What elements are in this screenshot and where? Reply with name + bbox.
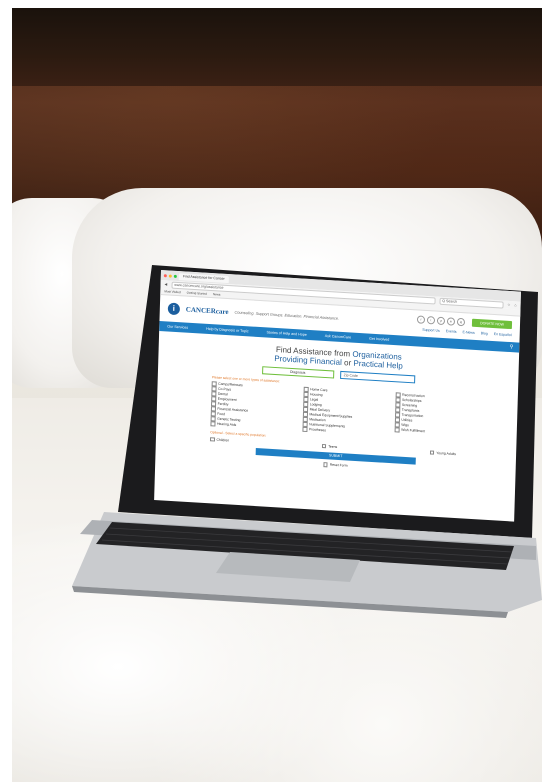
- donate-button[interactable]: DONATE NOW: [472, 318, 513, 330]
- nav-item-involved[interactable]: Get Involved: [369, 337, 389, 342]
- checkbox-young-adults[interactable]: Young Adults: [430, 450, 456, 456]
- logo-icon[interactable]: i: [167, 302, 181, 316]
- bookmark-item[interactable]: News: [213, 292, 221, 296]
- diagnosis-select[interactable]: Diagnosis: [261, 366, 334, 379]
- nav-item-ask[interactable]: Ask CancerCare: [325, 334, 351, 340]
- bookmark-item[interactable]: Most Visited: [164, 289, 180, 294]
- nav-item-diagnosis[interactable]: Help by Diagnosis or Topic: [206, 327, 249, 334]
- close-dot[interactable]: [163, 273, 167, 277]
- facebook-icon[interactable]: f: [416, 315, 426, 324]
- minimize-dot[interactable]: [168, 273, 172, 278]
- logo-text[interactable]: CANCERcare: [186, 306, 229, 317]
- bookmark-item[interactable]: Getting Started: [187, 291, 207, 296]
- linkedin-icon[interactable]: in: [446, 317, 456, 326]
- util-events[interactable]: Events: [446, 329, 457, 334]
- title-part: Providing Financial: [274, 353, 343, 367]
- back-icon[interactable]: ◀: [165, 282, 168, 286]
- laptop-screen: Find Assistance for Cancer ◀ www.cancerc…: [154, 270, 521, 522]
- util-blog[interactable]: Blog: [481, 331, 488, 335]
- utility-links: Support Us Events E-News Blog En Español: [422, 328, 512, 337]
- instagram-icon[interactable]: ig: [456, 317, 466, 327]
- bookmark-star-icon[interactable]: ☆: [507, 303, 510, 307]
- nav-item-stories[interactable]: Stories of Help and Hope: [267, 330, 307, 336]
- checkbox-children[interactable]: Children: [210, 437, 229, 443]
- twitter-icon[interactable]: t: [426, 316, 436, 325]
- youtube-icon[interactable]: yt: [436, 316, 446, 326]
- util-espanol[interactable]: En Español: [494, 332, 512, 337]
- checkbox-teens[interactable]: Teens: [322, 443, 338, 449]
- laptop: Find Assistance for Cancer ◀ www.cancerc…: [0, 0, 542, 782]
- social-links: f t yt in ig: [416, 315, 466, 327]
- tagline: Counseling. Support Groups. Education. F…: [234, 310, 340, 321]
- util-support[interactable]: Support Us: [422, 328, 440, 333]
- zoom-dot[interactable]: [173, 274, 177, 278]
- zip-code-input[interactable]: Zip Code: [339, 370, 415, 384]
- util-enews[interactable]: E-News: [462, 330, 474, 335]
- nav-item-services[interactable]: Our Services: [167, 324, 188, 329]
- title-part: or: [343, 358, 352, 368]
- home-icon[interactable]: ⌂: [514, 303, 516, 307]
- title-part: Practical Help: [353, 358, 403, 371]
- search-icon[interactable]: ⚲: [510, 344, 514, 350]
